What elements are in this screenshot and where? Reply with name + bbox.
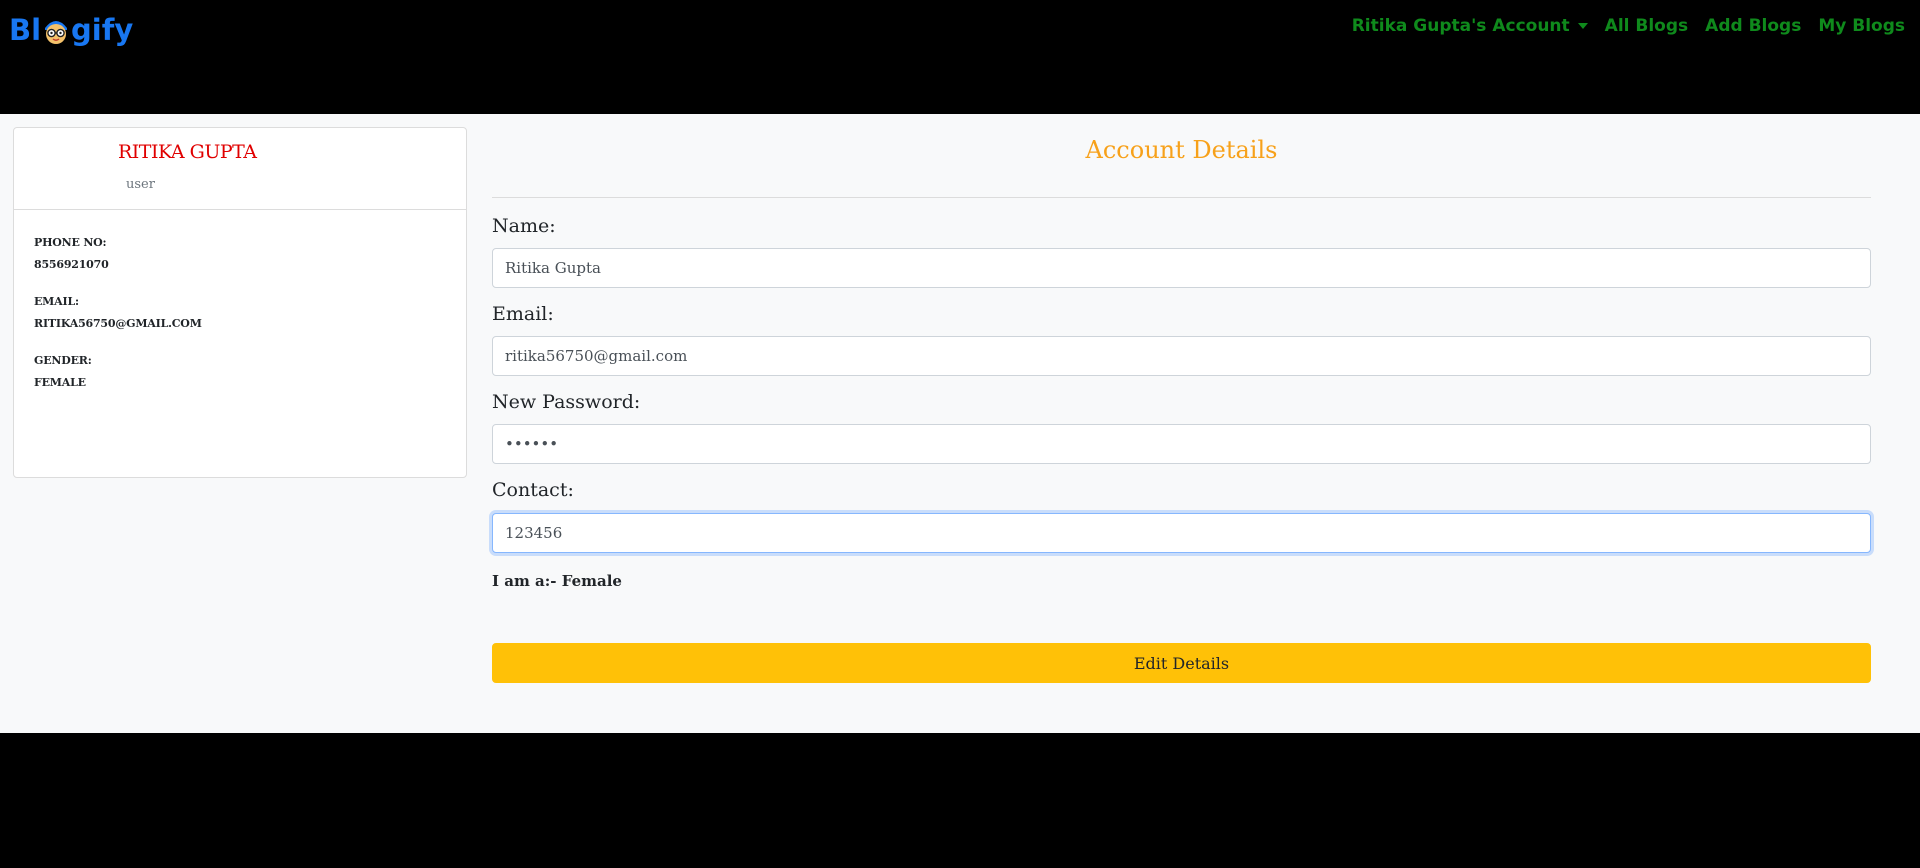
profile-card: RITIKA GUPTA user PHONE NO: 8556921070 E… [13,127,467,478]
email-field[interactable] [492,336,1871,376]
contact-label: Contact: [492,479,574,501]
account-dropdown-label: Ritika Gupta's Account [1351,16,1570,36]
password-label: New Password: [492,391,641,413]
name-label: Name: [492,215,556,237]
account-dropdown[interactable]: Ritika Gupta's Account [1352,16,1588,36]
info-value: 8556921070 [34,258,109,271]
name-field[interactable] [492,248,1871,288]
brand-text-end: gify [71,13,134,47]
footer [0,733,1920,868]
profile-header: RITIKA GUPTA user [14,128,466,210]
navbar: Bl gify Ritika Gupta's Account All Blogs… [0,0,1920,114]
info-email: EMAIL: RITIKA56750@GMAIL.COM [34,295,446,330]
info-phone: PHONE NO: 8556921070 [34,236,446,271]
contact-field[interactable] [492,513,1871,553]
nav-all-blogs[interactable]: All Blogs [1605,16,1688,36]
info-value: FEMALE [34,376,86,389]
brand-logo[interactable]: Bl gify [9,10,133,50]
gender-text: I am a:- Female [492,572,622,590]
mascot-icon [42,16,70,46]
divider [492,197,1871,198]
profile-role: user [126,177,155,192]
info-label: GENDER: [34,354,92,367]
edit-details-button[interactable]: Edit Details [492,643,1871,683]
profile-body: PHONE NO: 8556921070 EMAIL: RITIKA56750@… [14,210,466,389]
caret-down-icon [1577,23,1588,29]
nav-links: Ritika Gupta's Account All Blogs Add Blo… [1352,16,1905,36]
page-title: Account Details [1085,136,1278,164]
nav-my-blogs[interactable]: My Blogs [1818,16,1905,36]
password-field[interactable] [492,424,1871,464]
brand-text-start: Bl [9,13,42,47]
profile-name: RITIKA GUPTA [118,141,257,163]
info-label: PHONE NO: [34,236,107,249]
info-value: RITIKA56750@GMAIL.COM [34,317,202,330]
email-label: Email: [492,303,554,325]
info-label: EMAIL: [34,295,79,308]
main-content: RITIKA GUPTA user PHONE NO: 8556921070 E… [0,114,1920,733]
info-gender: GENDER: FEMALE [34,354,446,389]
nav-add-blogs[interactable]: Add Blogs [1705,16,1801,36]
